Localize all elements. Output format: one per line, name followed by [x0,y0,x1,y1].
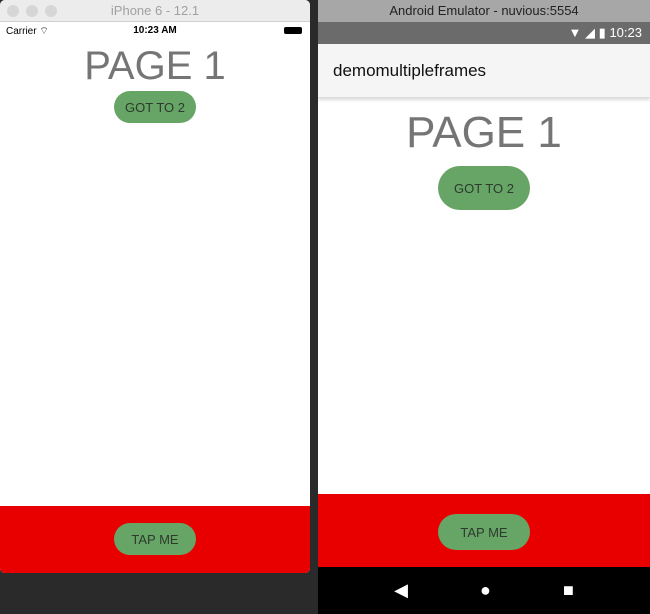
home-icon[interactable]: ● [480,580,491,601]
signal-icon: ◢ [585,25,596,40]
page-title: PAGE 1 [84,44,226,88]
zoom-window-button[interactable] [45,5,57,17]
ios-window-title: iPhone 6 - 12.1 [110,3,200,18]
back-icon[interactable]: ◀ [394,580,408,601]
battery-icon: ▮ [598,25,606,40]
battery-icon [284,27,302,34]
recents-icon[interactable]: ■ [563,580,574,601]
ios-simulator-window: iPhone 6 - 12.1 Carrier ⌔ 10:23 AM PAGE … [0,0,310,573]
close-window-button[interactable] [7,5,19,17]
android-time: 10:23 [609,25,642,40]
page-title: PAGE 1 [406,108,562,157]
ios-window-titlebar: iPhone 6 - 12.1 [0,0,310,22]
goto-page-2-button[interactable]: GOT TO 2 [114,91,196,123]
tap-me-button[interactable]: TAP ME [438,514,530,550]
footer-bar: TAP ME [318,494,650,567]
android-emulator-window: Android Emulator - nuvious:5554 ▼ ◢ ▮ 10… [318,0,650,614]
wifi-icon: ▼ [568,25,582,40]
goto-page-2-button[interactable]: GOT TO 2 [438,166,530,210]
android-window-title: Android Emulator - nuvious:5554 [318,0,650,22]
ios-time: 10:23 AM [133,25,177,36]
android-nav-bar: ◀ ● ■ [318,567,650,614]
minimize-window-button[interactable] [26,5,38,17]
footer-bar: TAP ME [0,506,310,573]
ios-status-bar: Carrier ⌔ 10:23 AM [0,22,310,39]
tap-me-button[interactable]: TAP ME [114,523,196,555]
app-title: demomultipleframes [318,44,650,98]
android-status-bar: ▼ ◢ ▮ 10:23 [318,22,650,44]
